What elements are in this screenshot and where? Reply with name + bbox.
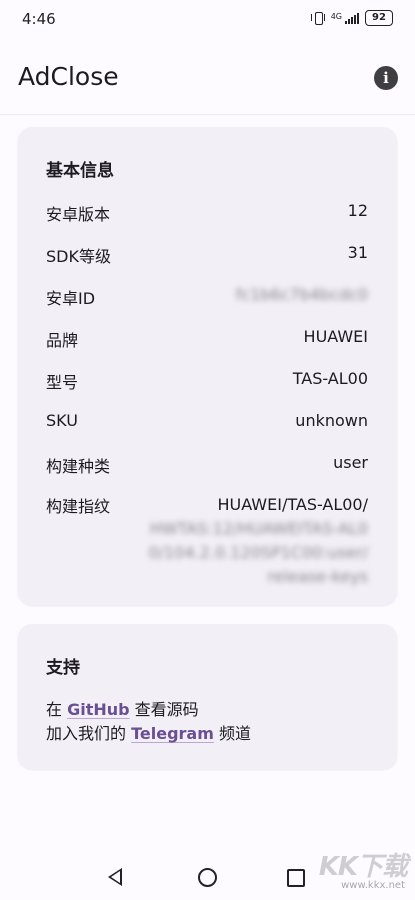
info-value-blurred: fc1b6c7b4bcdc0	[235, 285, 368, 304]
back-icon[interactable]	[108, 868, 122, 886]
battery-icon: 92	[365, 10, 393, 26]
info-value: TAS-AL00	[292, 369, 368, 388]
recents-icon[interactable]	[287, 869, 305, 887]
vibrate-icon	[310, 11, 325, 25]
github-line: 在 GitHub 查看源码	[46, 696, 199, 720]
status-icons: 4G 92	[310, 10, 393, 26]
navigation-bar	[0, 852, 415, 900]
info-value: 12	[347, 201, 368, 220]
app-bar: AdClose i	[0, 50, 415, 114]
fingerprint-line-blurred: 0/104.2.0.120SP1C00:user/	[148, 543, 368, 562]
app-title: AdClose	[18, 62, 119, 91]
info-value: unknown	[295, 411, 368, 430]
home-icon[interactable]	[198, 868, 217, 887]
info-label: SKU	[46, 411, 78, 430]
info-value: 31	[347, 243, 368, 262]
info-label: 安卓版本	[46, 205, 111, 224]
github-link[interactable]: GitHub	[67, 700, 130, 719]
fingerprint-line-blurred: release-keys	[267, 567, 368, 586]
telegram-suffix: 频道	[213, 724, 251, 743]
signal-icon: 4G	[331, 12, 359, 24]
support-heading: 支持	[46, 658, 80, 678]
telegram-line: 加入我们的 Telegram 频道	[46, 720, 251, 744]
github-prefix: 在	[46, 700, 68, 719]
info-label: 型号	[46, 373, 79, 392]
telegram-prefix: 加入我们的	[46, 724, 132, 743]
info-icon[interactable]: i	[374, 66, 398, 90]
github-suffix: 查看源码	[129, 700, 199, 719]
fingerprint-line-blurred: HWTAS:12/HUAWEITAS-AL0	[149, 519, 368, 538]
fingerprint-value: HUAWEI/TAS-AL00/ HWTAS:12/HUAWEITAS-AL0 …	[128, 493, 368, 589]
info-value: HUAWEI	[303, 327, 368, 346]
network-type: 4G	[330, 12, 342, 21]
status-bar: 4:46 4G 92	[0, 0, 415, 40]
info-row-build-fingerprint: 构建指纹 HUAWEI/TAS-AL00/ HWTAS:12/HUAWEITAS…	[46, 493, 368, 589]
info-label: SDK等级	[46, 247, 111, 266]
support-card: 支持 在 GitHub 查看源码 加入我们的 Telegram 频道	[18, 624, 397, 769]
fingerprint-line: HUAWEI/TAS-AL00/	[217, 495, 368, 514]
info-label: 品牌	[46, 331, 79, 350]
info-value: user	[333, 453, 368, 472]
app-bar-divider	[0, 114, 415, 115]
info-label: 构建指纹	[46, 497, 111, 516]
info-label: 构建种类	[46, 457, 111, 476]
telegram-link[interactable]: Telegram	[131, 724, 214, 743]
status-time: 4:46	[22, 10, 56, 28]
basic-info-card: 基本信息 安卓版本 12 SDK等级 31 安卓ID fc1b6c7b4bcdc…	[18, 127, 397, 605]
basic-info-heading: 基本信息	[46, 161, 114, 181]
info-label: 安卓ID	[46, 289, 96, 308]
